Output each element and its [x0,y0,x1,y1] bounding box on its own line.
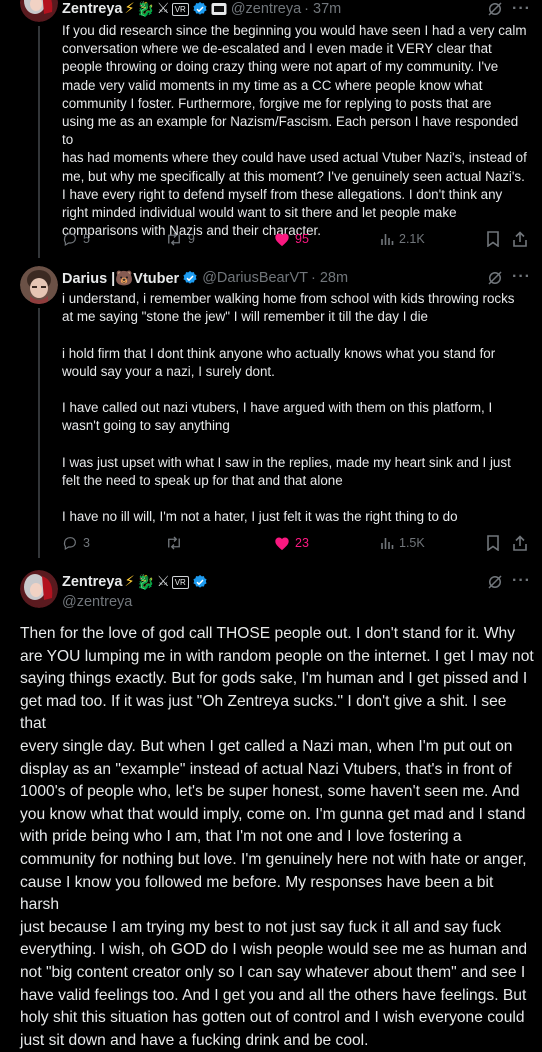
reply-icon [63,537,76,551]
verified-badge-icon [192,1,208,17]
reply-button[interactable]: 3 [62,535,90,551]
user-handle[interactable]: @zentreya [62,594,132,610]
thread-connector-line-2 [38,308,40,558]
like-count: 23 [295,536,309,550]
like-button[interactable]: 95 [274,232,309,247]
reply-icon [63,233,76,247]
share-button[interactable] [513,535,527,551]
heart-icon [275,537,289,550]
dragon-emoji: 🐉 [136,1,155,18]
user-handle[interactable]: @zentreya [231,1,301,17]
user-handle[interactable]: @DariusBearVT [202,270,308,286]
tweet-2-text: i understand, i remember walking home fr… [62,291,515,525]
views-button[interactable]: 2.1K [380,232,425,246]
bookmark-button[interactable] [486,535,500,551]
tweet-1-actions: 5 9 95 2.1K [62,229,532,249]
tweet-1-header: Zentreya ⚡ 🐉 ⚔ VR @zentreya · 37m [62,0,341,19]
reply-count: 3 [83,536,90,550]
heart-icon [275,233,289,246]
display-name[interactable]: Darius |🐻Vtuber [62,270,179,287]
repost-button[interactable] [165,535,188,551]
avatar-zentreya[interactable] [20,570,58,608]
share-icon [513,535,527,551]
like-button[interactable]: 23 [274,536,309,551]
more-icon[interactable]: ··· [512,0,531,18]
display-name[interactable]: Zentreya [62,574,122,590]
reply-count: 5 [83,232,90,246]
views-icon [381,234,394,245]
tweet-3-header: Zentreya ⚡ 🐉 ⚔ VR [62,572,208,592]
tweet-2-header: Darius |🐻Vtuber @DariusBearVT · 28m [62,268,348,288]
repost-button[interactable]: 9 [165,231,195,247]
share-icon [513,231,527,247]
lightning-emoji: ⚡ [124,574,135,590]
reply-button[interactable]: 5 [62,231,90,247]
timestamp[interactable]: · 28m [311,270,348,286]
lightning-emoji: ⚡ [124,1,135,17]
views-icon [381,538,394,549]
tweet-1-text: If you did research since the beginning … [62,23,527,239]
verified-badge-icon [192,574,208,590]
crossed-swords-emoji: ⚔ [156,1,170,17]
avatar-zentreya[interactable] [20,0,58,22]
name-emoji-badges: ⚡ 🐉 ⚔ VR [124,1,189,18]
repost-icon [168,536,180,550]
crossed-swords-emoji: ⚔ [156,574,170,590]
like-count: 95 [295,232,309,246]
name-emoji-badges: ⚡ 🐉 ⚔ VR [124,574,189,591]
share-button[interactable] [513,231,527,247]
affiliate-badge-icon [211,2,227,16]
verified-badge-icon [182,270,198,286]
repost-count: 9 [188,232,195,246]
grok-icon[interactable] [486,0,504,23]
tweet-3-text: Then for the love of god call THOSE peop… [20,625,534,1049]
vr-badge: VR [171,575,189,589]
dragon-emoji: 🐉 [136,574,155,591]
bookmark-icon [487,231,499,247]
more-icon[interactable]: ··· [512,572,531,590]
thread-connector-line [38,26,40,258]
bookmark-icon [487,535,499,551]
repost-icon [168,232,180,246]
grok-icon[interactable] [486,573,504,596]
view-count: 1.5K [399,536,425,550]
tweet-3-handle-row: @zentreya [62,592,132,612]
vr-badge: VR [171,2,189,16]
tweet-2-actions: 3 23 1.5K [62,533,532,553]
views-button[interactable]: 1.5K [380,536,425,550]
more-icon[interactable]: ··· [512,268,531,286]
view-count: 2.1K [399,232,425,246]
bookmark-button[interactable] [486,231,500,247]
timestamp[interactable]: · 37m [304,1,341,17]
display-name[interactable]: Zentreya [62,1,122,17]
avatar-darius[interactable] [20,266,58,304]
grok-icon[interactable] [486,269,504,292]
